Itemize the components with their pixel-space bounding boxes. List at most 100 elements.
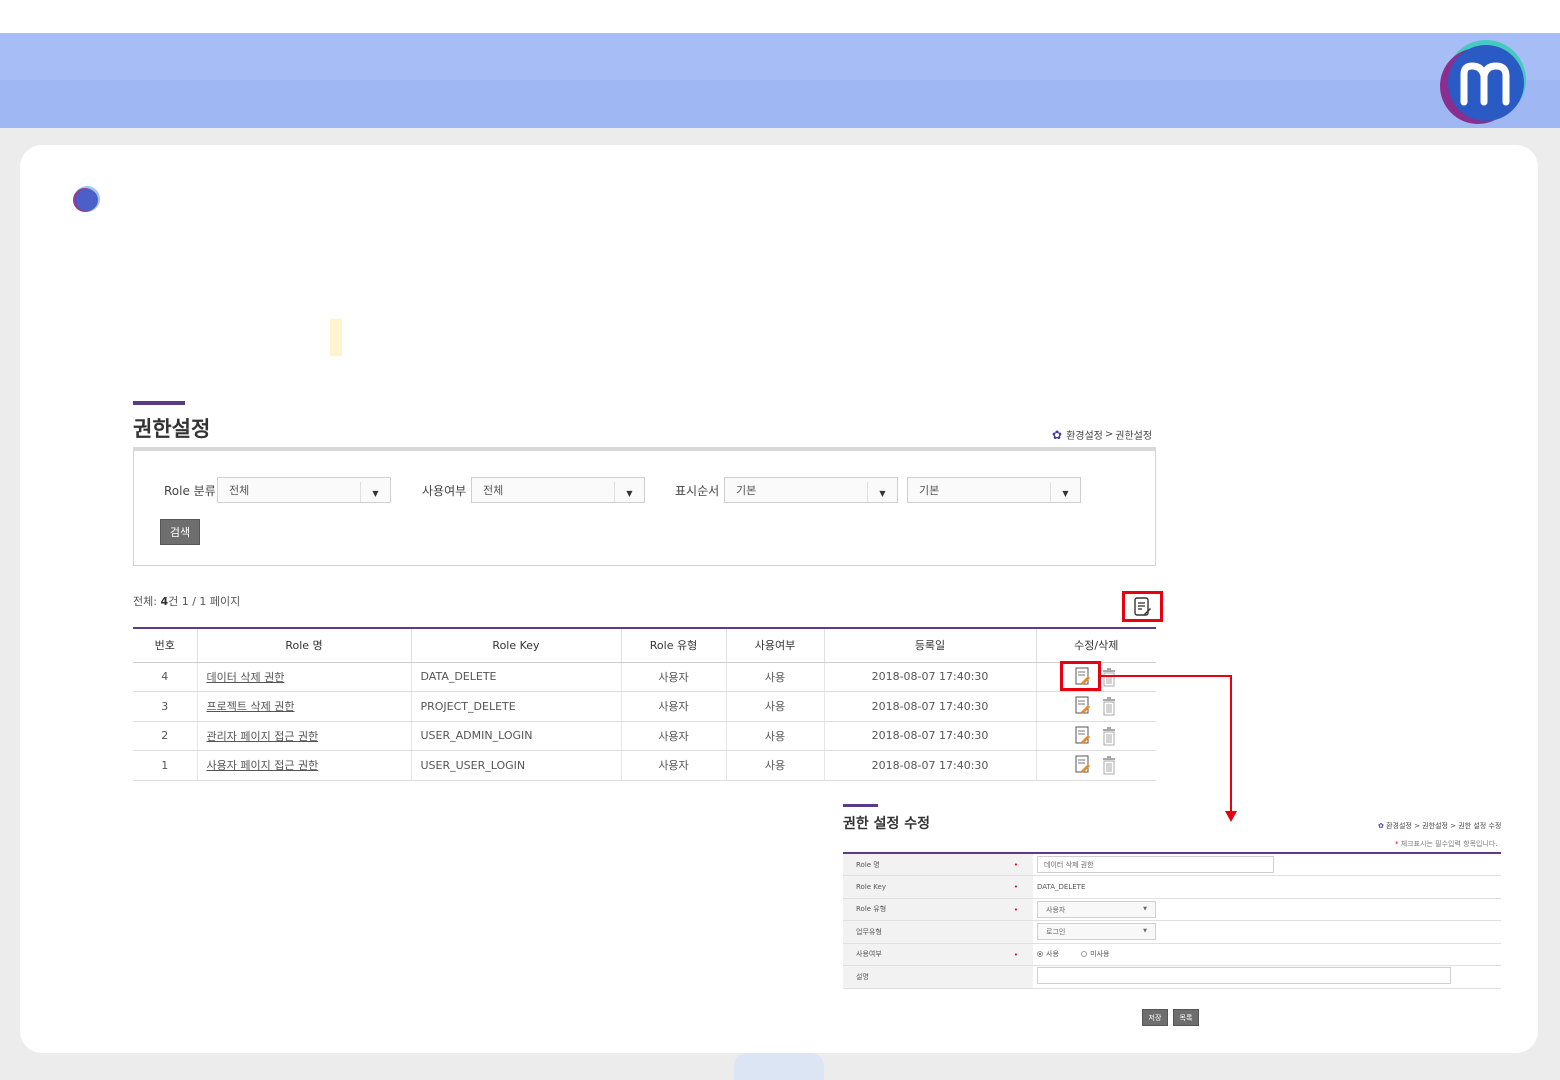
trash-icon[interactable]: [1100, 755, 1118, 775]
column-header: Role Key: [411, 627, 622, 663]
form-row: 업무유형 로그인 ▼: [843, 920, 1501, 944]
date-cell: 2018-08-07 17:40:30: [824, 750, 1037, 781]
form-label: 사용여부 •: [843, 943, 1033, 966]
chevron-down-icon: ▼: [360, 482, 390, 502]
header-band: [0, 33, 1560, 128]
edit-title-accent-bar: [843, 804, 878, 807]
form-value-cell: 데이터 삭제 권한: [1033, 852, 1501, 876]
breadcrumb: ✿ 환경설정 > 권한설정: [1052, 427, 1152, 443]
highlight-marker: [330, 319, 342, 356]
column-header: 등록일: [824, 627, 1037, 663]
role-name-link[interactable]: 프로젝트 삭제 권한: [207, 700, 295, 713]
required-note-text: 체크표시는 필수입력 항목입니다.: [1398, 840, 1498, 848]
use-yes-radio[interactable]: 사용: [1037, 949, 1059, 959]
table-header-row: 번호 Role 명 Role Key Role 유형 사용여부 등록일 수정/삭…: [133, 627, 1156, 663]
use-status-cell: 사용: [726, 691, 825, 722]
select-value: 기본: [736, 484, 757, 497]
role-name-link[interactable]: 데이터 삭제 권한: [207, 671, 285, 684]
callout-arrow-line: [1230, 675, 1232, 813]
select-value: 사용자: [1046, 905, 1066, 914]
role-name-link[interactable]: 사용자 페이지 접근 권한: [207, 759, 319, 772]
display-order-select[interactable]: 기본 ▼: [724, 477, 898, 503]
required-marker: •: [1013, 905, 1018, 914]
form-value-cell: [1033, 965, 1501, 989]
edit-icon[interactable]: [1074, 755, 1092, 775]
header-stripe: [0, 80, 1560, 128]
role-name-label: Role 명: [856, 860, 880, 869]
use-no-radio[interactable]: 미사용: [1081, 949, 1109, 959]
role-key-cell: PROJECT_DELETE: [411, 691, 622, 722]
column-header: Role 유형: [621, 627, 727, 663]
search-panel: Role 분류 전체 ▼ 사용여부 전체 ▼ 표시순서 기본 ▼ 기본 ▼ 검색: [133, 447, 1156, 566]
form-row: Role Key • DATA_DELETE: [843, 875, 1501, 899]
role-table: 번호 Role 명 Role Key Role 유형 사용여부 등록일 수정/삭…: [133, 627, 1156, 781]
edit-form-title: 권한 설정 수정: [843, 816, 931, 832]
date-cell: 2018-08-07 17:40:30: [824, 721, 1037, 751]
radio-label: 미사용: [1090, 950, 1110, 959]
column-header: 번호: [133, 627, 198, 663]
chevron-down-icon: ▼: [1143, 928, 1147, 935]
count-prefix: 전체:: [133, 595, 161, 608]
radio-checked-icon: [1037, 951, 1043, 958]
row-number: 4: [133, 662, 198, 692]
callout-arrow-line: [1101, 675, 1232, 677]
role-key-cell: DATA_DELETE: [411, 662, 622, 692]
edit-icon[interactable]: [1074, 726, 1092, 746]
trash-icon[interactable]: [1100, 726, 1118, 746]
use-label: 사용여부: [856, 950, 882, 959]
sort-direction-select[interactable]: 기본 ▼: [907, 477, 1081, 503]
form-label: Role Key •: [843, 875, 1033, 899]
description-input[interactable]: [1037, 967, 1451, 985]
search-button[interactable]: 검색: [160, 519, 200, 545]
form-row: Role 유형 • 사용자 ▼: [843, 898, 1501, 921]
role-key-cell: USER_ADMIN_LOGIN: [411, 721, 622, 751]
form-label: Role 명 •: [843, 852, 1033, 876]
trash-icon[interactable]: [1100, 696, 1118, 716]
role-type-select[interactable]: 사용자 ▼: [1037, 900, 1156, 918]
register-button[interactable]: [1122, 591, 1163, 622]
table-row: 4 데이터 삭제 권한 DATA_DELETE 사용자 사용 2018-08-0…: [133, 662, 1156, 692]
gear-icon: ✿: [1052, 427, 1063, 442]
role-type-label: Role 유형: [856, 905, 887, 914]
table-row: 2 관리자 페이지 접근 권한 USER_ADMIN_LOGIN 사용자 사용 …: [133, 721, 1156, 751]
column-header: 사용여부: [726, 627, 825, 663]
use-status-cell: 사용: [726, 721, 825, 751]
form-row: 설명: [843, 965, 1501, 989]
breadcrumb-item[interactable]: 환경설정: [1066, 427, 1103, 442]
select-value: 전체: [483, 484, 504, 497]
form-value-cell: 로그인 ▼: [1033, 920, 1501, 944]
role-name-input[interactable]: 데이터 삭제 권한: [1037, 856, 1274, 873]
save-button[interactable]: 저장: [1142, 1009, 1168, 1026]
role-key-value: DATA_DELETE: [1033, 875, 1501, 899]
filter-label-role: Role 분류: [164, 484, 216, 498]
form-label: Role 유형 •: [843, 898, 1033, 921]
required-note: * 체크표시는 필수입력 항목입니다.: [1395, 839, 1498, 849]
biz-type-select[interactable]: 로그인 ▼: [1037, 923, 1156, 941]
row-number: 1: [133, 750, 198, 781]
role-name-cell: 프로젝트 삭제 권한: [197, 691, 412, 722]
edit-icon[interactable]: [1074, 696, 1092, 716]
date-cell: 2018-08-07 17:40:30: [824, 691, 1037, 722]
chevron-down-icon: ▼: [614, 482, 644, 502]
register-icon: [1133, 596, 1151, 616]
table-row: 1 사용자 페이지 접근 권한 USER_USER_LOGIN 사용자 사용 2…: [133, 750, 1156, 781]
edit-breadcrumb: ✿ 환경설정 > 권한설정 > 권한 설정 수정: [1378, 821, 1501, 831]
select-value: 로그인: [1046, 928, 1066, 937]
role-category-select[interactable]: 전체 ▼: [217, 477, 391, 503]
actions-cell: [1036, 691, 1156, 722]
actions-cell: [1036, 721, 1156, 751]
edit-highlight-box: [1060, 661, 1101, 691]
breadcrumb-item[interactable]: 권한설정: [1115, 427, 1152, 442]
required-marker: •: [1013, 883, 1018, 891]
edit-form-table: Role 명 • 데이터 삭제 권한 Role Key • DATA_DELETE …: [843, 852, 1501, 989]
chevron-down-icon: ▼: [1143, 905, 1147, 912]
use-status-select[interactable]: 전체 ▼: [471, 477, 645, 503]
edit-breadcrumb-text: 환경설정 > 권한설정 > 권한 설정 수정: [1386, 822, 1502, 830]
row-number: 3: [133, 691, 198, 722]
column-header: Role 명: [197, 627, 412, 663]
role-name-link[interactable]: 관리자 페이지 접근 권한: [207, 730, 319, 743]
gear-icon: ✿: [1378, 822, 1384, 830]
filter-label-order: 표시순서: [675, 484, 720, 498]
list-button[interactable]: 목록: [1173, 1009, 1199, 1026]
role-name-cell: 데이터 삭제 권한: [197, 662, 412, 692]
